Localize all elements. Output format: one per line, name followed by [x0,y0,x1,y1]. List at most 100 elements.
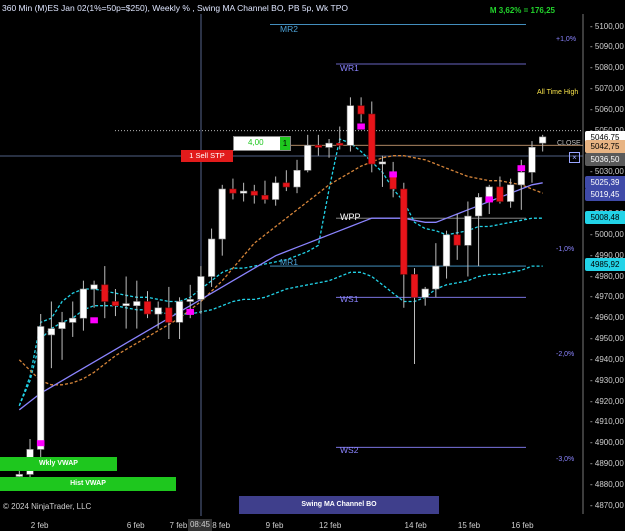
y-tick-label: - 4900,00 [590,438,624,448]
price-tag: 5042,75 [585,139,625,153]
candle-body [336,142,344,146]
x-tick-label: 14 feb [404,521,427,530]
series-line-1 [18,138,543,406]
y-tick-label: - 4910,00 [590,417,624,427]
level-mr2-label: MR2 [280,24,298,34]
candle-body [79,288,87,319]
y-tick-label: - 4930,00 [590,375,624,385]
y-tick-label: - 4880,00 [590,479,624,489]
candle-body [282,182,290,188]
pct-label: -2,0% [556,351,575,358]
highlight-mark [36,440,45,447]
candle-body [464,215,472,246]
candle-body [432,265,440,290]
candle-body [474,197,483,217]
wkly-vwap-button[interactable]: Wkly VWAP [0,457,117,471]
price-tag: 5019,45 [585,188,625,202]
x-tick-label: 2 feb [30,521,49,530]
order-quantity[interactable]: 4,00 [248,138,264,147]
y-tick-label: - 4870,00 [590,500,624,510]
pct-label: -3,0% [556,456,575,463]
candle-body [517,172,525,186]
candle-body [240,190,248,194]
price-tag: 5008,48 [585,211,625,225]
x-tick-label: 12 feb [319,521,342,530]
time-readout: 08:45 [188,519,212,531]
candle-body [143,301,152,315]
level-mr1-label: MR1 [280,257,298,267]
candle-body [506,184,515,202]
candle-body [186,299,194,302]
candle-body [154,307,162,315]
candle-body [357,105,365,115]
candle-body [314,145,323,148]
candle-body [304,145,312,171]
y-tick-label: - 4960,00 [590,313,624,323]
candle-body [368,113,376,165]
candle-body [69,317,77,323]
candle-body [293,170,301,188]
chart-panel[interactable]: 360 Min (M)ES Jan 02(1%=50p=$250), Weekl… [0,0,625,531]
highlight-mark [90,317,98,324]
candle-body [271,182,280,200]
x-tick-label: 8 feb [212,521,231,530]
candle-body [325,142,333,148]
swing-ma-channel-bo-button[interactable]: Swing MA Channel BO [239,496,439,514]
y-tick-label: - 4940,00 [590,354,624,364]
order-qty-button[interactable]: 1 [280,137,290,150]
series-line-2 [18,155,543,386]
highlight-mark [517,165,526,172]
top-stat: M 3,62% = 176,25 [489,6,555,15]
level-wpp-label: WPP [340,212,361,222]
candle-body [400,188,408,275]
y-tick-label: - 5000,00 [590,229,624,239]
y-tick-label: - 5060,00 [590,104,624,114]
chart-canvas[interactable] [0,0,625,531]
close-order-icon[interactable]: × [569,152,580,163]
price-tag: 5025,39 [585,175,625,189]
x-tick-label: 16 feb [511,521,534,530]
series-line-3 [18,182,543,411]
series-line-0 [18,265,543,406]
candle-body [90,284,98,290]
level-wr1-label: WR1 [340,63,359,73]
hist-vwap-button[interactable]: Hist VWAP [0,477,176,491]
level-ws2-label: WS2 [340,445,359,455]
candle-body [208,238,216,277]
candle-body [453,234,461,246]
candle-body [250,190,258,196]
level-ws1-label: WS1 [340,294,359,304]
chart-title: 360 Min (M)ES Jan 02(1%=50p=$250), Weekl… [2,3,348,13]
x-tick-label: 7 feb [169,521,188,530]
candle-body [218,188,226,240]
candle-body [346,105,355,146]
candle-body [37,326,45,450]
candle-body [378,161,387,165]
y-tick-label: - 5100,00 [590,21,624,31]
candle-body [58,321,66,329]
candle-body [538,136,547,144]
candle-body [442,234,451,267]
order-quantity-widget[interactable]: 4,00 1 [233,136,291,151]
candle-body [133,301,141,306]
level-ath-label: All Time High [537,89,579,96]
highlight-mark [357,123,365,130]
candle-body [165,307,173,323]
candle-body [421,288,429,298]
candle-body [410,274,419,298]
pct-label: +1,0% [556,36,577,43]
x-tick-label: 6 feb [126,521,145,530]
y-tick-label: - 5030,00 [590,167,624,177]
candle-body [528,147,536,173]
y-tick-label: - 4980,00 [590,271,624,281]
highlight-mark [389,171,397,178]
highlight-mark [186,308,194,315]
candle-body [261,195,269,200]
candle-body [122,303,130,307]
level-close-label: CLOSE [557,140,581,147]
x-tick-label: 15 feb [457,521,481,530]
candle-body [47,328,55,336]
y-tick-label: - 5070,00 [590,84,624,93]
y-tick-label: - 4890,00 [590,459,624,468]
sell-stop-order-button[interactable]: 1 Sell STP [181,150,233,162]
